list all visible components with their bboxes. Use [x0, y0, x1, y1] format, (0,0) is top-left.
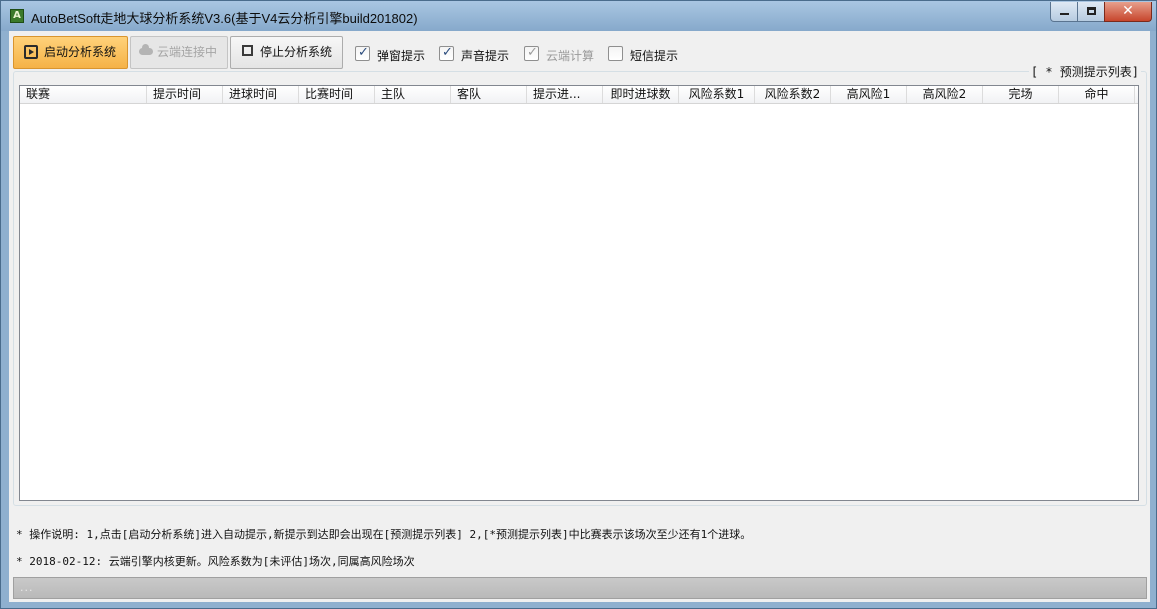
cloud-compute-label: 云端计算	[546, 49, 595, 63]
column-header-risk-factor-2[interactable]: 风险系数2	[755, 86, 831, 103]
checkbox-box[interactable]	[608, 46, 623, 61]
column-header-full-time[interactable]: 完场	[983, 86, 1059, 103]
checkbox-box[interactable]: ✓	[355, 45, 370, 61]
column-header-alert-time[interactable]: 提示时间	[147, 86, 223, 103]
cloud-icon	[139, 44, 153, 55]
cloud-connecting-label: 云端连接中	[157, 45, 218, 59]
status-text: ...	[20, 581, 34, 594]
status-bar: ...	[13, 577, 1147, 599]
column-header-live-goals[interactable]: 即时进球数	[603, 86, 679, 103]
column-header-match-time[interactable]: 比赛时间	[299, 86, 375, 103]
operation-note: * 操作说明: 1,点击[启动分析系统]进入自动提示,新提示到达即会出现在[预测…	[16, 528, 752, 541]
start-analysis-label: 启动分析系统	[44, 45, 117, 59]
column-header-high-risk-1[interactable]: 高风险1	[831, 86, 907, 103]
list-header: 联赛 提示时间 进球时间 比赛时间 主队 客队 提示进... 即时进球数 风险系…	[20, 86, 1138, 104]
stop-analysis-label: 停止分析系统	[260, 45, 333, 59]
prediction-list-title: [ * 预测提示列表]	[1028, 63, 1141, 80]
column-header-hit[interactable]: 命中	[1059, 86, 1135, 103]
play-icon	[24, 45, 38, 59]
stop-analysis-button[interactable]: 停止分析系统	[230, 36, 343, 69]
title-bar[interactable]: A AutoBetSoft走地大球分析系统V3.6(基于V4云分析引擎build…	[1, 1, 1156, 31]
maximize-icon	[1087, 7, 1096, 15]
checkbox-box[interactable]: ✓	[524, 45, 539, 61]
checkmark-icon: ✓	[527, 45, 538, 60]
minimize-icon	[1060, 13, 1069, 15]
stop-icon	[242, 45, 253, 56]
app-window: A AutoBetSoft走地大球分析系统V3.6(基于V4云分析引擎build…	[0, 0, 1157, 609]
maximize-button[interactable]	[1077, 2, 1105, 22]
column-header-away-team[interactable]: 客队	[451, 86, 527, 103]
prediction-list[interactable]: 联赛 提示时间 进球时间 比赛时间 主队 客队 提示进... 即时进球数 风险系…	[19, 85, 1139, 501]
sound-alert-label: 声音提示	[461, 49, 510, 63]
column-header-alert-goals[interactable]: 提示进...	[527, 86, 603, 103]
client-area: 启动分析系统 云端连接中 停止分析系统 ✓ 弹窗提示 ✓ 声音提示 ✓ 云端计算…	[9, 31, 1150, 602]
checkmark-icon: ✓	[358, 45, 369, 60]
update-note: * 2018-02-12: 云端引擎内核更新。风险系数为[未评估]场次,同属高风…	[16, 555, 415, 568]
column-header-league[interactable]: 联赛	[20, 86, 147, 103]
minimize-button[interactable]	[1050, 2, 1078, 22]
checkbox-box[interactable]: ✓	[439, 45, 454, 61]
column-header-home-team[interactable]: 主队	[375, 86, 451, 103]
popup-alert-label: 弹窗提示	[377, 49, 426, 63]
sms-alert-label: 短信提示	[630, 49, 679, 63]
close-icon: ✕	[1122, 3, 1134, 19]
cloud-connecting-button[interactable]: 云端连接中	[130, 36, 228, 69]
start-analysis-button[interactable]: 启动分析系统	[13, 36, 128, 69]
column-header-goal-time[interactable]: 进球时间	[223, 86, 299, 103]
close-button[interactable]: ✕	[1104, 2, 1152, 22]
checkmark-icon: ✓	[442, 45, 453, 60]
app-logo-icon: A	[10, 9, 24, 23]
column-header-risk-factor-1[interactable]: 风险系数1	[679, 86, 755, 103]
window-title: AutoBetSoft走地大球分析系统V3.6(基于V4云分析引擎build20…	[31, 11, 418, 26]
column-header-high-risk-2[interactable]: 高风险2	[907, 86, 983, 103]
